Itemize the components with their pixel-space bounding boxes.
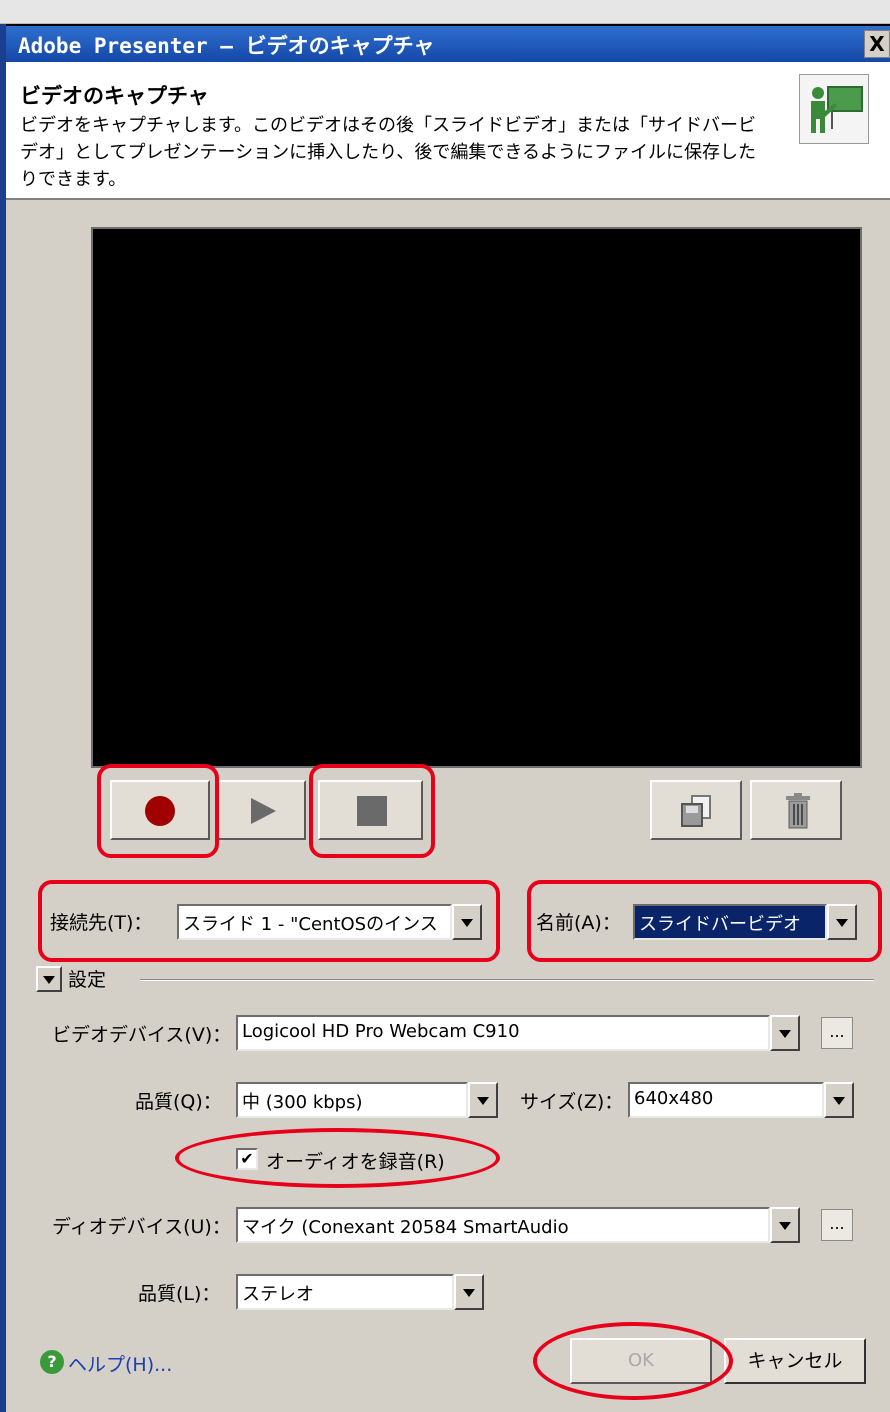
trash-icon bbox=[786, 793, 810, 829]
close-button[interactable]: X bbox=[864, 30, 890, 58]
title-bar: Adobe Presenter – ビデオのキャプチャ X bbox=[6, 24, 890, 62]
settings-divider bbox=[140, 979, 874, 981]
delete-button[interactable] bbox=[750, 780, 842, 840]
audio-device-select[interactable]: マイク (Conexant 20584 SmartAudio bbox=[236, 1207, 770, 1243]
annotation-record-audio bbox=[175, 1128, 500, 1188]
annotation-stop bbox=[309, 764, 435, 858]
settings-label: 設定 bbox=[68, 969, 107, 991]
annotation-name bbox=[527, 880, 882, 962]
video-quality-label: 品質(Q)： bbox=[135, 1091, 222, 1113]
video-device-select[interactable]: Logicool HD Pro Webcam C910 bbox=[236, 1015, 770, 1051]
background-window-strip bbox=[0, 0, 890, 24]
help-icon[interactable]: ? bbox=[40, 1350, 64, 1374]
video-quality-dropdown-button[interactable] bbox=[468, 1082, 498, 1118]
size-select[interactable]: 640x480 bbox=[628, 1082, 824, 1118]
play-button[interactable] bbox=[216, 780, 306, 840]
save-icon bbox=[681, 795, 711, 827]
audio-quality-dropdown-button[interactable] bbox=[454, 1274, 484, 1310]
play-icon bbox=[251, 798, 276, 824]
size-label: サイズ(Z)： bbox=[520, 1091, 624, 1113]
audio-device-dropdown-button[interactable] bbox=[770, 1207, 800, 1243]
annotation-target bbox=[38, 880, 500, 962]
audio-device-more-button[interactable]: ... bbox=[821, 1209, 853, 1241]
settings-toggle[interactable] bbox=[36, 966, 62, 992]
video-quality-select[interactable]: 中 (300 kbps) bbox=[236, 1082, 468, 1118]
window-title: Adobe Presenter – ビデオのキャプチャ bbox=[18, 34, 435, 58]
audio-quality-label: 品質(L)： bbox=[138, 1283, 221, 1305]
annotation-ok bbox=[533, 1322, 733, 1400]
dialog-header: ビデオのキャプチャ ビデオをキャプチャします。このビデオはその後「スライドビデオ… bbox=[6, 62, 890, 200]
header-description: ビデオをキャプチャします。このビデオはその後「スライドビデオ」または「サイドバー… bbox=[20, 115, 757, 190]
help-link[interactable]: ヘルプ(H)... bbox=[68, 1350, 172, 1377]
save-button[interactable] bbox=[650, 780, 742, 840]
video-device-label: ビデオデバイス(V)： bbox=[52, 1024, 232, 1046]
audio-quality-select[interactable]: ステレオ bbox=[236, 1274, 454, 1310]
size-dropdown-button[interactable] bbox=[824, 1082, 854, 1118]
video-device-dropdown-button[interactable] bbox=[770, 1015, 800, 1051]
audio-device-label: ディオデバイス(U)： bbox=[52, 1216, 231, 1238]
video-preview bbox=[91, 227, 862, 768]
annotation-record bbox=[97, 764, 219, 858]
video-device-more-button[interactable]: ... bbox=[821, 1017, 853, 1049]
header-title: ビデオのキャプチャ bbox=[20, 84, 209, 108]
presenter-icon bbox=[799, 74, 869, 144]
cancel-button[interactable]: キャンセル bbox=[724, 1338, 866, 1384]
window-left-border bbox=[0, 24, 6, 1412]
